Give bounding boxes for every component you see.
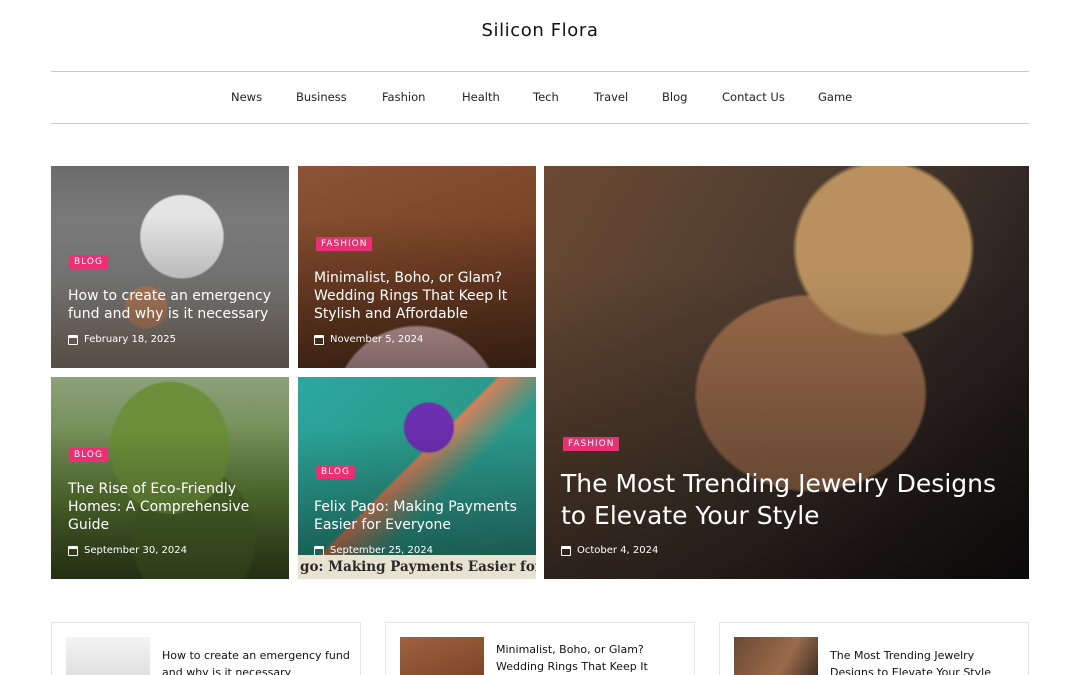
category-badge[interactable]: BLOG	[69, 448, 108, 462]
featured-card[interactable]: BLOG How to create an emergency fund and…	[51, 166, 289, 368]
card-title[interactable]: How to create an emergency fund and why …	[68, 287, 278, 323]
post-card[interactable]: How to create an emergency fund and why …	[51, 622, 361, 675]
category-badge[interactable]: FASHION	[316, 237, 373, 251]
nav-item-health[interactable]: Health	[462, 90, 500, 104]
calendar-icon	[314, 334, 324, 345]
calendar-icon	[561, 545, 571, 556]
nav-item-blog[interactable]: Blog	[662, 90, 687, 104]
image-caption-strip: go: Making Payments Easier for Ev	[298, 555, 536, 579]
calendar-icon	[68, 545, 78, 556]
card-date: October 4, 2024	[561, 545, 658, 556]
featured-card[interactable]: BLOG Felix Pago: Making Payments Easier …	[298, 377, 536, 579]
card-date: September 30, 2024	[68, 545, 187, 556]
nav-item-news[interactable]: News	[231, 90, 262, 104]
card-date: November 5, 2024	[314, 334, 423, 345]
post-title[interactable]: How to create an emergency fund and why …	[162, 647, 354, 675]
category-badge[interactable]: FASHION	[563, 437, 620, 451]
card-date-text: September 30, 2024	[84, 545, 187, 556]
post-title[interactable]: Minimalist, Boho, or Glam? Wedding Rings…	[496, 641, 676, 675]
category-badge[interactable]: BLOG	[69, 255, 108, 269]
post-thumbnail[interactable]	[66, 637, 150, 675]
card-date-text: October 4, 2024	[577, 545, 659, 556]
card-title[interactable]: The Rise of Eco-Friendly Homes: A Compre…	[68, 480, 268, 534]
featured-card[interactable]: BLOG The Rise of Eco-Friendly Homes: A C…	[51, 377, 289, 579]
card-date-text: February 18, 2025	[84, 334, 177, 345]
post-thumbnail[interactable]	[400, 637, 484, 675]
featured-card-large[interactable]: FASHION The Most Trending Jewelry Design…	[544, 166, 1029, 579]
nav-item-business[interactable]: Business	[296, 90, 347, 104]
header-divider-bottom	[51, 123, 1029, 124]
card-title[interactable]: The Most Trending Jewelry Designs to Ele…	[561, 468, 1006, 532]
post-thumbnail[interactable]	[734, 637, 818, 675]
nav-item-travel[interactable]: Travel	[594, 90, 628, 104]
header-divider-top	[51, 71, 1029, 72]
card-date: February 18, 2025	[68, 334, 176, 345]
main-nav: News Business Fashion Health Tech Travel…	[0, 90, 1080, 106]
site-title[interactable]: Silicon Flora	[0, 20, 1080, 41]
nav-item-tech[interactable]: Tech	[533, 90, 559, 104]
card-title[interactable]: Felix Pago: Making Payments Easier for E…	[314, 498, 529, 534]
featured-card[interactable]: FASHION Minimalist, Boho, or Glam? Weddi…	[298, 166, 536, 368]
post-card[interactable]: Minimalist, Boho, or Glam? Wedding Rings…	[385, 622, 695, 675]
card-title[interactable]: Minimalist, Boho, or Glam? Wedding Rings…	[314, 269, 529, 323]
calendar-icon	[314, 545, 324, 556]
nav-item-game[interactable]: Game	[818, 90, 852, 104]
nav-item-contact-us[interactable]: Contact Us	[722, 90, 785, 104]
card-date-text: November 5, 2024	[330, 334, 424, 345]
nav-item-fashion[interactable]: Fashion	[382, 90, 425, 104]
post-title[interactable]: The Most Trending Jewelry Designs to Ele…	[830, 647, 1000, 675]
calendar-icon	[68, 334, 78, 345]
post-card[interactable]: The Most Trending Jewelry Designs to Ele…	[719, 622, 1029, 675]
category-badge[interactable]: BLOG	[316, 465, 355, 479]
